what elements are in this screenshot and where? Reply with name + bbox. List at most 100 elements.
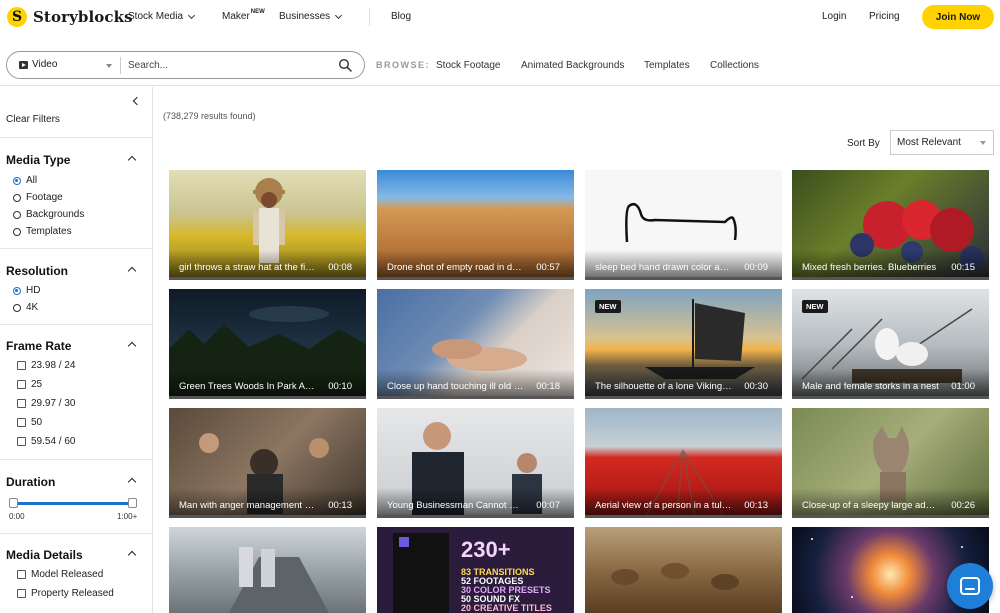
sort-by-label: Sort By [847, 138, 880, 149]
option-label: 29.97 / 30 [31, 398, 76, 409]
search-input[interactable] [128, 56, 328, 74]
checkbox[interactable] [17, 399, 26, 408]
radio[interactable] [13, 303, 21, 312]
video-thumbnail[interactable]: Aerial view of a person in a tulip field… [585, 408, 782, 518]
video-thumbnail[interactable]: 230+ 83 TRANSITIONS 52 FOOTAGES 30 COLOR… [377, 527, 574, 613]
media-type-option[interactable]: Backgrounds [13, 209, 84, 220]
nav-pricing[interactable]: Pricing [869, 11, 900, 22]
nav-login[interactable]: Login [822, 11, 846, 22]
chevron-down-icon [335, 11, 343, 19]
join-now-button[interactable]: Join Now [922, 5, 994, 29]
video-duration: 00:10 [328, 381, 352, 392]
resolution-option[interactable]: 4K [13, 302, 38, 313]
media-details-option[interactable]: Model Released [17, 569, 103, 580]
chevron-up-icon[interactable] [127, 477, 137, 487]
frame-rate-option[interactable]: 25 [17, 379, 42, 390]
duration-slider-max-handle[interactable] [128, 498, 137, 508]
radio-selected[interactable] [13, 176, 21, 185]
search-bar-row: Video BROWSE: Stock Footage Animated Bac… [0, 44, 1000, 86]
clear-filters-link[interactable]: Clear Filters [6, 114, 60, 125]
video-thumbnail[interactable]: Green Trees Woods In Park At Night 00:10 [169, 289, 366, 399]
sort-select-value: Most Relevant [897, 137, 961, 148]
media-type-label: Video [32, 59, 58, 70]
video-duration: 00:26 [951, 500, 975, 511]
storyblocks-logo[interactable]: S Storyblocks [7, 7, 133, 27]
nav-maker-label: Maker [222, 11, 250, 22]
duration-section: Duration [0, 459, 152, 533]
video-thumbnail[interactable]: Young Businessman Cannot Stand 00:07 [377, 408, 574, 518]
browse-templates[interactable]: Templates [644, 60, 690, 71]
option-label: Footage [26, 192, 63, 203]
new-badge: NEW [802, 300, 828, 313]
video-icon [19, 60, 28, 69]
frame-rate-option[interactable]: 50 [17, 417, 42, 428]
nav-maker[interactable]: Maker NEW [222, 9, 265, 23]
nav-stock-media[interactable]: Stock Media [128, 11, 196, 22]
chevron-up-icon[interactable] [127, 155, 137, 165]
chevron-up-icon[interactable] [127, 266, 137, 276]
media-type-option[interactable]: Templates [13, 226, 72, 237]
frame-rate-option[interactable]: 23.98 / 24 [17, 360, 75, 371]
nav-businesses[interactable]: Businesses [279, 11, 343, 22]
nav-divider [369, 8, 370, 26]
media-details-section: Media Details Model Released Property Re… [0, 533, 152, 613]
video-thumbnail[interactable]: Mixed fresh berries. Blueberries 00:15 [792, 170, 989, 280]
frame-rate-option[interactable]: 59.54 / 60 [17, 436, 75, 447]
chevron-up-icon[interactable] [127, 550, 137, 560]
checkbox[interactable] [17, 361, 26, 370]
logo-mark-icon: S [7, 7, 27, 27]
chevron-up-icon[interactable] [127, 341, 137, 351]
progress-bar [792, 277, 989, 280]
video-thumbnail[interactable]: Drone shot of empty road in desert 00:57 [377, 170, 574, 280]
media-details-option[interactable]: Property Released [17, 588, 114, 599]
progress-bar [585, 277, 782, 280]
video-thumbnail[interactable] [169, 527, 366, 613]
progress-bar [792, 515, 989, 518]
checkbox[interactable] [17, 437, 26, 446]
media-type-option[interactable]: All [13, 175, 37, 186]
video-title: Male and female storks in a nest [802, 381, 939, 392]
checkbox[interactable] [17, 380, 26, 389]
browse-stock-footage[interactable]: Stock Footage [436, 60, 500, 71]
nav-blog[interactable]: Blog [391, 11, 411, 22]
checkbox[interactable] [17, 589, 26, 598]
radio[interactable] [13, 227, 21, 236]
duration-min-label: 0:00 [9, 512, 25, 521]
option-label: 59.54 / 60 [31, 436, 76, 447]
browse-animated-backgrounds[interactable]: Animated Backgrounds [521, 60, 624, 71]
chat-support-button[interactable] [947, 563, 993, 609]
media-type-option[interactable]: Footage [13, 192, 63, 203]
video-thumbnail[interactable]: NEW Male and female storks in a nest 01:… [792, 289, 989, 399]
search-icon[interactable] [338, 58, 352, 72]
checkbox[interactable] [17, 570, 26, 579]
radio[interactable] [13, 193, 21, 202]
browse-collections[interactable]: Collections [710, 60, 759, 71]
radio-selected[interactable] [13, 286, 21, 295]
sort-select[interactable]: Most Relevant [890, 130, 994, 155]
duration-slider-min-handle[interactable] [9, 498, 18, 508]
frame-rate-option[interactable]: 29.97 / 30 [17, 398, 75, 409]
resolution-option[interactable]: HD [13, 285, 40, 296]
radio[interactable] [13, 210, 21, 219]
duration-slider-track[interactable] [13, 502, 132, 505]
video-thumbnail[interactable]: Man with anger management issues 00:13 [169, 408, 366, 518]
video-thumbnail[interactable]: NEW The silhouette of a lone Viking ship… [585, 289, 782, 399]
dropdown-caret-icon [980, 141, 986, 145]
deer-herd-image [611, 563, 739, 590]
media-type-section: Media Type All Footage Backgrounds Templ… [0, 137, 152, 248]
video-thumbnail[interactable]: Close-up of a sleepy large adult wolf 00… [792, 408, 989, 518]
progress-bar [377, 277, 574, 280]
checkbox[interactable] [17, 418, 26, 427]
video-thumbnail[interactable] [585, 527, 782, 613]
video-thumbnail[interactable]: Close up hand touching ill old man 00:18 [377, 289, 574, 399]
media-type-select[interactable]: Video [19, 59, 57, 70]
video-duration: 00:57 [536, 262, 560, 273]
resolution-section: Resolution HD 4K [0, 248, 152, 324]
video-thumbnail[interactable]: sleep bed hand drawn color animation 00:… [585, 170, 782, 280]
option-label: Property Released [31, 588, 114, 599]
promo-line: 20 CREATIVE TITLES [461, 603, 552, 613]
collapse-sidebar-icon[interactable] [132, 96, 142, 106]
video-thumbnail[interactable]: girl throws a straw hat at the field 00:… [169, 170, 366, 280]
option-label: All [26, 175, 38, 186]
progress-bar [585, 515, 782, 518]
